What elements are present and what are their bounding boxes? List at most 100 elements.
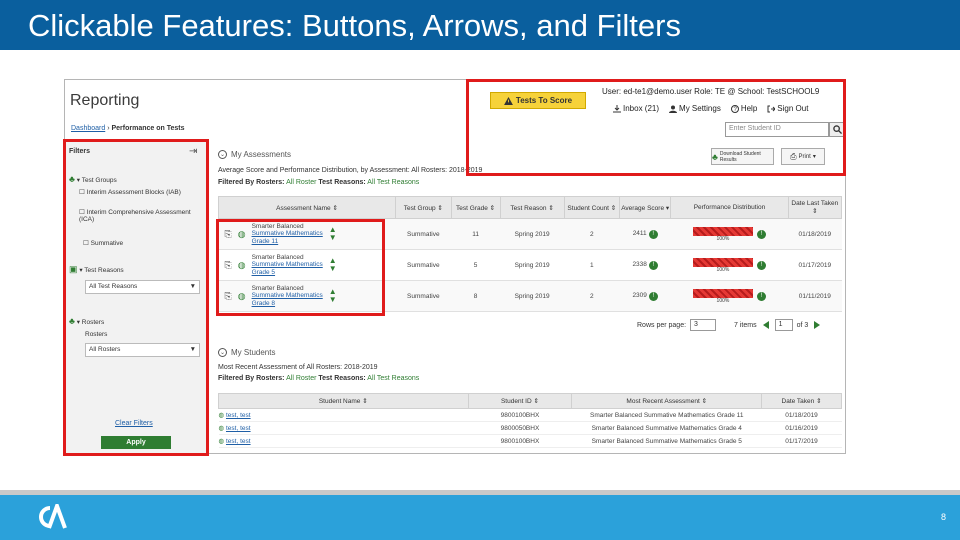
my-settings-link[interactable]: My Settings [669,104,721,113]
pagination: Rows per page: 3 7 items 1 of 3 [637,319,822,331]
col-date-taken[interactable]: Date Taken ⇕ [761,393,842,409]
assessment-name[interactable]: Smarter Balanced Summative Mathematics G… [252,254,323,276]
test-group-cell: Summative [395,218,452,250]
student-id-search-input[interactable]: Enter Student ID [725,122,829,137]
test-reason-cell: Spring 2019 [500,218,565,250]
tests-to-score-button[interactable]: Tests To Score [490,92,586,109]
average-score-cell: 2309! [619,280,671,312]
test-grade-cell: 8 [451,280,501,312]
col-student-count[interactable]: Student Count ⇕ [563,196,621,219]
col-average-score[interactable]: Average Score ▾ [619,196,672,219]
info-icon[interactable]: ! [648,260,658,270]
expand-arrows-icon[interactable]: ▲ ▼ [329,257,337,273]
test-group-option-ica[interactable]: ☐ Interim Comprehensive Assessment (ICA) [79,208,204,223]
student-name-link[interactable]: test, test [226,425,251,432]
assessment-name[interactable]: Smarter Balanced Summative Mathematics G… [252,285,323,307]
chevron-down-icon: ⌄ [218,348,227,357]
search-button[interactable] [829,122,845,137]
test-reasons-filter-label: Test Reasons: [318,179,366,186]
student-results-icon[interactable]: ◍ [219,425,225,432]
test-reasons-header[interactable]: ▣ ▾ Test Reasons [69,264,124,275]
performance-bar [692,257,753,267]
rosters-label: Rosters [81,319,105,326]
test-reasons-filter-value: All Test Reasons [367,375,420,382]
col-label: Assessment Name [276,204,331,212]
info-icon[interactable]: ! [756,260,766,270]
test-groups-header[interactable]: ♣ ▾ Test Groups [69,174,117,184]
group-results-icon[interactable]: ◍ [238,260,246,271]
download-label: Download Student Results [719,150,761,163]
breadcrumb-current: Performance on Tests [111,125,185,132]
search-icon [832,125,842,134]
info-icon[interactable]: ! [756,291,766,301]
warning-icon [503,96,513,105]
student-name-link[interactable]: test, test [226,438,251,445]
percent-value: 100% [716,297,730,304]
student-count-cell: 2 [564,280,620,312]
export-icon[interactable]: ⎘ [225,291,232,302]
checkbox-icon: ☐ [79,209,85,216]
next-page-icon[interactable] [812,320,822,330]
my-students-header[interactable]: ⌄ My Students [218,348,275,357]
info-icon[interactable]: ! [756,229,766,239]
col-most-recent-assessment[interactable]: Most Recent Assessment ⇕ [571,393,763,409]
name-line: Summative Mathematics [251,292,323,300]
people-icon: ♣ [712,151,718,162]
col-student-name[interactable]: Student Name ⇕ [218,393,469,409]
test-reasons-select[interactable]: All Test Reasons ▼ [85,280,200,294]
print-button[interactable]: ⎙ Print ▾ [781,148,825,165]
name-line: Smarter Balanced [251,284,304,292]
student-results-icon[interactable]: ◍ [219,412,225,419]
rosters-select[interactable]: All Rosters ▼ [85,343,200,357]
recent-assessment-cell: Smarter Balanced Summative Mathematics G… [571,421,762,435]
collapse-sidebar-icon[interactable]: ⇥ [189,146,197,157]
breadcrumb-dashboard[interactable]: Dashboard [71,125,105,132]
test-grade-cell: 11 [451,218,501,250]
printer-icon: ⎙ [790,151,797,161]
col-test-group[interactable]: Test Group ⇕ [395,196,452,219]
avg-value: 2338 [632,260,647,268]
group-results-icon[interactable]: ◍ [238,291,246,302]
app-topbar: Reporting Tests To Score User: ed-te1@de… [65,80,845,120]
col-label: Test Group [403,204,436,212]
inbox-label: Inbox (21) [623,104,660,113]
performance-bar [692,226,753,236]
group-results-icon[interactable]: ◍ [238,229,246,240]
col-test-grade[interactable]: Test Grade ⇕ [450,196,501,219]
sign-out-link[interactable]: Sign Out [767,104,808,113]
test-group-option-iab[interactable]: ☐ Interim Assessment Blocks (IAB) [79,188,181,196]
test-group-label: Summative [90,240,124,247]
col-assessment-name[interactable]: Assessment Name ⇕ [217,196,397,219]
avg-value: 2411 [632,229,647,237]
col-date-last-taken[interactable]: Date Last Taken ⇕ [787,196,843,219]
people-icon: ♣ [69,174,75,184]
filters-sidebar: Filters ⇥ ♣ ▾ Test Groups ☐ Interim Asse… [65,140,209,453]
test-group-cell: Summative [395,249,452,281]
avg-value: 2309 [632,291,647,299]
expand-arrows-icon[interactable]: ▲ ▼ [329,288,337,304]
previous-page-icon[interactable] [761,320,771,330]
assessment-name[interactable]: Smarter Balanced Summative Mathematics G… [252,223,323,245]
info-icon[interactable]: ! [648,291,658,301]
export-icon[interactable]: ⎘ [225,229,232,240]
date-cell: 01/18/2019 [788,218,842,250]
my-assessments-header[interactable]: ⌄ My Assessments [218,150,291,159]
col-test-reason[interactable]: Test Reason ⇕ [499,196,565,219]
export-icon[interactable]: ⎘ [225,260,232,271]
student-name-link[interactable]: test, test [226,412,251,419]
inbox-link[interactable]: Inbox (21) [613,104,659,113]
clear-filters-link[interactable]: Clear Filters [115,420,153,427]
rosters-header[interactable]: ♣ ▾ Rosters [69,316,104,326]
rows-per-page-input[interactable]: 3 [690,319,717,331]
page-number-input[interactable]: 1 [774,319,793,331]
col-student-id[interactable]: Student ID ⇕ [467,393,573,409]
apply-button[interactable]: Apply [101,436,171,449]
my-assessments-title: My Assessments [231,150,292,159]
info-icon[interactable]: ! [648,229,658,239]
expand-arrows-icon[interactable]: ▲ ▼ [329,226,337,242]
top-nav: Inbox (21) My Settings ? Help Sign Out [613,104,808,113]
test-group-option-summative[interactable]: ☐ Summative [83,239,123,247]
download-student-results-button[interactable]: ♣ Download Student Results [711,148,774,165]
student-results-icon[interactable]: ◍ [219,438,225,445]
help-link[interactable]: ? Help [730,104,757,113]
